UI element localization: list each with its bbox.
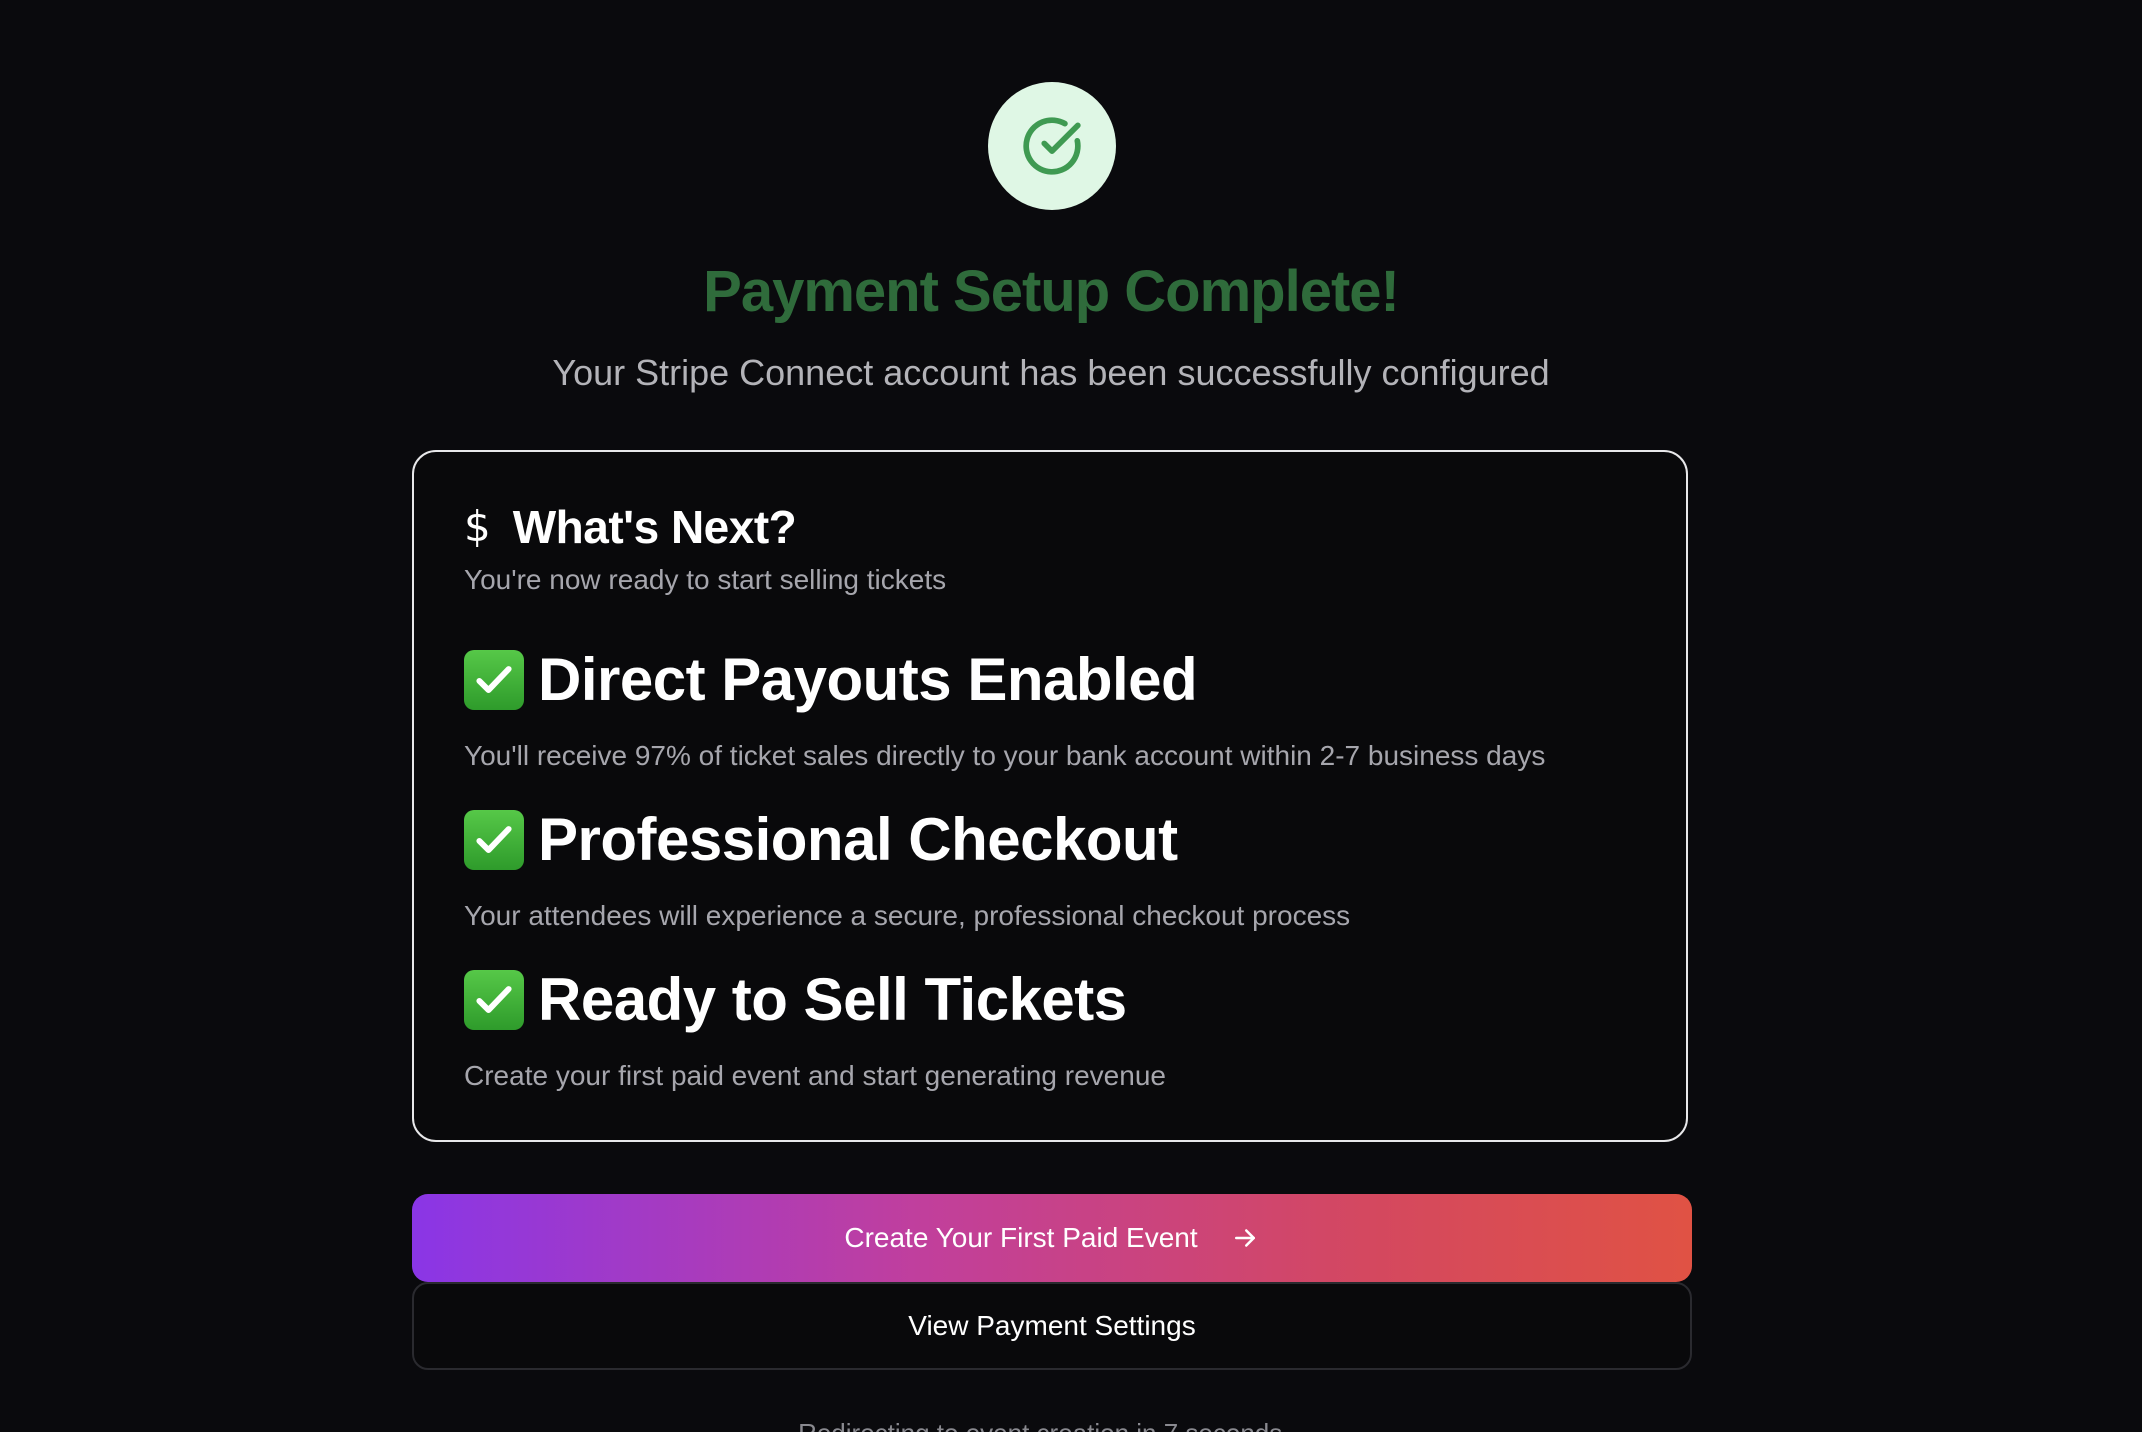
feature-title: Professional Checkout (538, 806, 1178, 873)
feature-title: Direct Payouts Enabled (538, 646, 1198, 713)
whats-next-card: $ What's Next? You're now ready to start… (412, 450, 1688, 1142)
page-subtitle: Your Stripe Connect account has been suc… (552, 352, 1550, 393)
view-payment-settings-button[interactable]: View Payment Settings (412, 1282, 1692, 1370)
feature-description: Create your first paid event and start g… (464, 1060, 1166, 1091)
feature-title: Ready to Sell Tickets (538, 966, 1127, 1033)
card-description: You're now ready to start selling ticket… (464, 564, 947, 595)
check-mark-button-icon (464, 970, 524, 1030)
arrow-right-icon (1230, 1223, 1260, 1253)
success-check-circle-icon (988, 82, 1116, 210)
primary-button-label: Create Your First Paid Event (844, 1222, 1198, 1253)
check-mark-button-icon (464, 810, 524, 870)
feature-direct-payouts: Direct Payouts Enabled You'll receive 97… (464, 650, 1545, 772)
redirect-notice: Redirecting to event creation in 7 secon… (0, 1418, 2102, 1432)
dollar-icon: $ (464, 502, 491, 551)
create-first-paid-event-button[interactable]: Create Your First Paid Event (412, 1194, 1692, 1282)
card-header: $ What's Next? (464, 500, 797, 554)
page-title: Payment Setup Complete! (703, 259, 1400, 324)
secondary-button-label: View Payment Settings (908, 1310, 1196, 1341)
feature-description: Your attendees will experience a secure,… (464, 900, 1351, 931)
payment-success-page: Payment Setup Complete! Your Stripe Conn… (0, 0, 2142, 1432)
check-mark-button-icon (464, 650, 524, 710)
card-title: What's Next? (512, 501, 797, 553)
feature-description: You'll receive 97% of ticket sales direc… (464, 740, 1546, 771)
feature-ready-to-sell: Ready to Sell Tickets Create your first … (464, 970, 1166, 1092)
feature-professional-checkout: Professional Checkout Your attendees wil… (464, 810, 1350, 932)
